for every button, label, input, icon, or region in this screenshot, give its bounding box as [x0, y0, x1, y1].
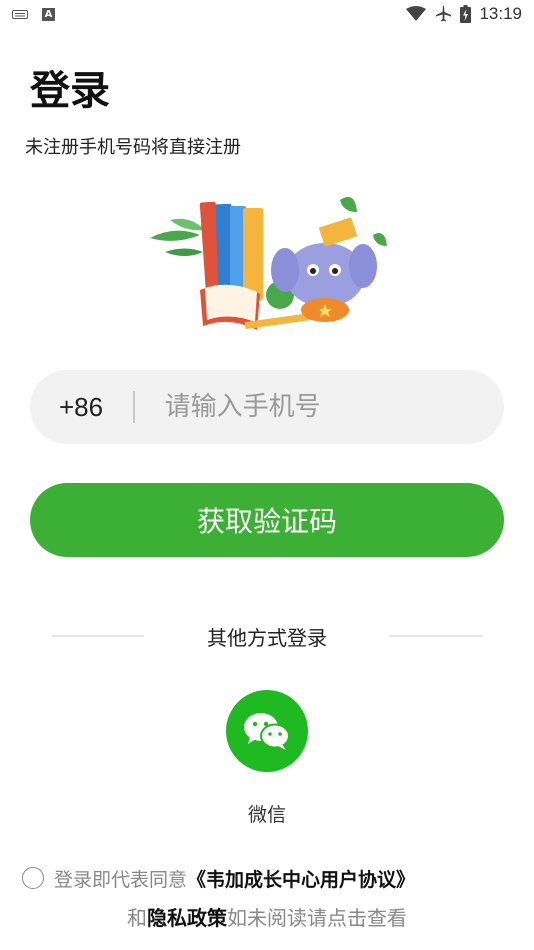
other-login-divider: 其他方式登录 [52, 620, 482, 652]
user-agreement-link[interactable]: 《韦加成长中心用户协议》 [187, 865, 415, 892]
agreement-and: 和 [127, 906, 147, 930]
status-bar: A 13:19 [0, 0, 534, 28]
wechat-label: 微信 [247, 804, 286, 826]
divider-right [390, 635, 482, 637]
agreement-suffix: 如未阅读请点击查看 [227, 906, 407, 930]
keyboard-icon [12, 9, 28, 19]
wechat-icon [244, 713, 290, 750]
wifi-icon [406, 6, 427, 21]
page-title: 登录 [30, 68, 110, 114]
divider [133, 391, 135, 423]
airplane-icon [436, 6, 452, 22]
agreement-row-2: 和隐私政策如未阅读请点击查看 [0, 902, 534, 931]
phone-input[interactable] [164, 392, 504, 422]
agreement-prefix: 登录即代表同意 [54, 868, 188, 891]
agreement-row: 登录即代表同意 《韦加成长中心用户协议》 [22, 863, 522, 893]
country-code[interactable]: +86 [59, 392, 103, 423]
agreement-checkbox[interactable] [22, 867, 44, 889]
books-elephant-illustration [150, 196, 387, 330]
a-icon: A [42, 7, 55, 21]
battery-icon [460, 5, 472, 23]
divider-left [52, 635, 144, 637]
privacy-policy-link[interactable]: 隐私政策 [147, 906, 227, 930]
phone-input-row: +86 [30, 370, 504, 444]
wechat-login-button[interactable] [226, 690, 308, 772]
status-time: 13:19 [479, 4, 522, 23]
register-hint: 未注册手机号码将直接注册 [25, 137, 241, 158]
get-code-button[interactable]: 获取验证码 [30, 483, 504, 557]
other-login-label: 其他方式登录 [207, 625, 327, 650]
